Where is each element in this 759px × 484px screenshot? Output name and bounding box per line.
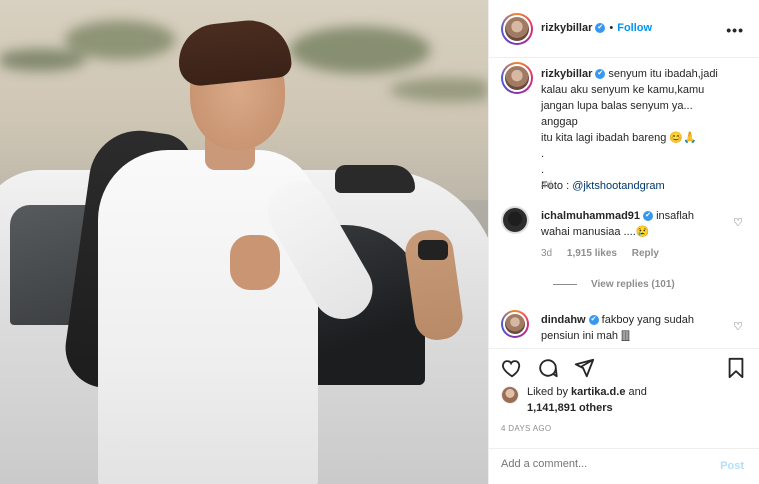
caption-username[interactable]: rizkybillar	[541, 68, 592, 80]
share-icon[interactable]	[573, 357, 595, 379]
post-sidebar: rizkybillar ✔ • Follow ••• rizkybillar ✔ sen…	[488, 0, 759, 484]
verified-badge-icon: ✔	[643, 211, 654, 222]
post-header: rizkybillar ✔ • Follow •••	[489, 0, 759, 58]
caption: rizkybillar ✔ senyum itu ibadah,jadi kala…	[501, 62, 751, 192]
comment-like-heart-icon[interactable]: ♡	[733, 320, 743, 333]
comment-line: wahai manusiaa ....😢	[541, 226, 650, 238]
photo-hand	[230, 235, 280, 290]
comment-age[interactable]: 3d	[541, 248, 552, 259]
likes-prefix: Liked by	[527, 386, 572, 398]
comment-line: fakboy yang sudah	[601, 314, 695, 326]
owner-username[interactable]: rizkybillar	[541, 22, 592, 34]
comment-input[interactable]	[501, 458, 701, 470]
caption-line: .	[541, 148, 545, 160]
verified-badge-icon: ✔	[588, 315, 599, 326]
comment-line: insaflah	[656, 210, 695, 222]
comments-list: rizkybillar ✔ senyum itu ibadah,jadi kala…	[489, 58, 759, 348]
add-comment-bar: Post	[489, 448, 759, 484]
follow-button[interactable]: Follow	[617, 22, 652, 34]
action-bar	[489, 348, 759, 380]
caption-line: .	[541, 164, 545, 176]
comment-likes[interactable]: 1,915 likes	[567, 248, 617, 259]
photo-watch	[418, 240, 448, 260]
commenter-username[interactable]: dindahw	[541, 314, 586, 326]
comment-text: dindahw ✔ fakboy yang sudah pensiun ini m…	[541, 312, 731, 344]
caption-line: kalau aku senyum ke kamu,kamu	[541, 84, 705, 96]
comment-item: ichalmuhammad91 ✔ insaflah wahai manusiaa…	[501, 206, 751, 296]
comment-meta: 3d 1,915 likes Reply	[541, 248, 671, 259]
more-options-icon[interactable]: •••	[726, 22, 744, 38]
post-button[interactable]: Post	[720, 460, 744, 472]
comment-item: dindahw ✔ fakboy yang sudah pensiun ini m…	[501, 310, 751, 348]
likes-count[interactable]: 1,141,891 others	[527, 402, 613, 414]
caption-line: senyum itu ibadah,jadi	[608, 68, 718, 80]
liker-username[interactable]: kartika.d.e	[571, 386, 625, 398]
caption-age[interactable]: 4d	[541, 180, 552, 191]
likes-text: Liked by kartika.d.e and 1,141,891 other…	[527, 384, 647, 416]
likes-and: and	[625, 386, 647, 398]
commenter-avatar[interactable]	[501, 206, 529, 234]
bookmark-icon[interactable]	[725, 357, 747, 379]
separator: •	[609, 22, 614, 34]
caption-meta: 4d	[541, 180, 564, 191]
divider-line	[553, 283, 577, 285]
comment-text: ichalmuhammad91 ✔ insaflah wahai manusiaa…	[541, 208, 731, 240]
caption-line: jangan lupa balas senyum ya... anggap	[541, 100, 693, 128]
photo-car-mirror	[335, 165, 415, 193]
heart-icon[interactable]	[501, 357, 523, 379]
comment-line: pensiun ini mah 🀫	[541, 330, 630, 342]
post-date[interactable]: 4 DAYS AGO	[501, 424, 551, 433]
caption-text: rizkybillar ✔ senyum itu ibadah,jadi kala…	[541, 66, 731, 194]
comment-like-heart-icon[interactable]: ♡	[733, 216, 743, 229]
caption-line: itu kita lagi ibadah bareng 😊🙏	[541, 132, 697, 144]
commenter-username[interactable]: ichalmuhammad91	[541, 210, 640, 222]
caption-mention-link[interactable]: @jktshootandgram	[572, 180, 665, 192]
view-replies-button[interactable]: View replies (101)	[553, 279, 675, 290]
reply-button[interactable]: Reply	[632, 248, 659, 259]
liker-avatar[interactable]	[501, 386, 519, 404]
owner-info: rizkybillar ✔ • Follow	[541, 22, 652, 34]
comment-icon[interactable]	[537, 357, 559, 379]
verified-badge-icon: ✔	[595, 23, 606, 34]
owner-avatar[interactable]	[501, 13, 533, 45]
post-photo[interactable]	[0, 0, 488, 484]
view-replies-label: View replies (101)	[591, 279, 675, 290]
commenter-avatar[interactable]	[501, 310, 529, 338]
caption-avatar[interactable]	[501, 62, 533, 94]
verified-badge-icon: ✔	[595, 69, 606, 80]
